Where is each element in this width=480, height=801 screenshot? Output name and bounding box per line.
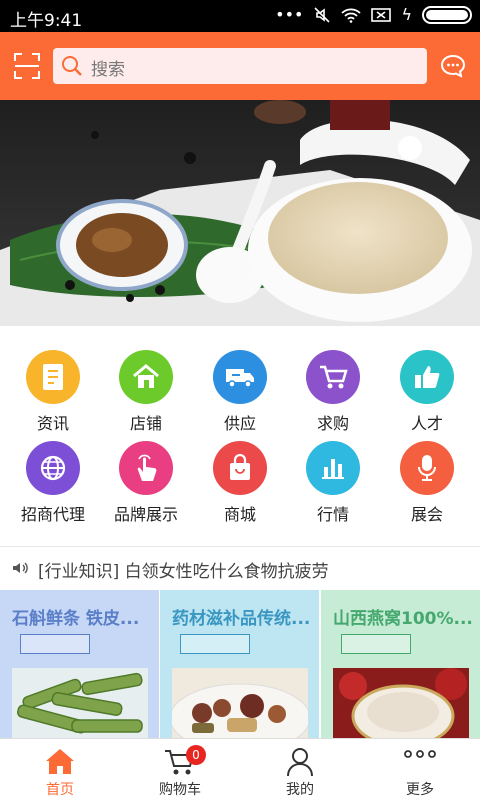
cart-icon	[306, 350, 360, 404]
product-title: 山西燕窝100%...	[333, 609, 473, 629]
tab-mine[interactable]: 我的	[240, 739, 360, 801]
header: 搜索	[0, 32, 480, 100]
bottom-tab-bar: 首页 0 购物车 我的 更多	[0, 738, 480, 800]
truck-icon	[213, 350, 267, 404]
bar-chart-icon	[306, 441, 360, 495]
banner-image[interactable]	[0, 100, 480, 326]
product-card[interactable]: 石斛鲜条 铁皮...	[0, 590, 159, 738]
category-label: 商城	[223, 505, 256, 524]
tab-label: 我的	[286, 782, 314, 798]
home-icon	[46, 749, 74, 774]
battery-icon	[422, 5, 472, 24]
product-image	[333, 668, 469, 738]
product-card[interactable]: 山西燕窝100%...	[321, 590, 480, 738]
category-supply[interactable]: 供应	[193, 350, 287, 434]
category-label: 店铺	[129, 414, 162, 433]
category-expo[interactable]: 展会	[380, 441, 474, 525]
news-ticker[interactable]: [行业知识] 白领女性吃什么食物抗疲劳	[0, 547, 480, 589]
tab-label: 更多	[406, 782, 434, 798]
product-tag	[180, 634, 250, 654]
shop-icon	[119, 350, 173, 404]
product-title: 石斛鲜条 铁皮...	[12, 609, 140, 629]
product-title: 药材滋补品传统...	[172, 609, 311, 629]
speaker-icon	[13, 562, 28, 574]
tab-label: 购物车	[159, 782, 201, 798]
tab-label: 首页	[46, 782, 74, 798]
search-input[interactable]: 搜索	[53, 48, 427, 84]
tab-cart[interactable]: 0 购物车	[120, 739, 240, 801]
category-market[interactable]: 行情	[286, 441, 380, 525]
tab-home[interactable]: 首页	[0, 739, 120, 801]
status-icons: ••• ϟ	[275, 5, 472, 24]
scan-icon[interactable]	[14, 53, 40, 79]
more-dots-icon	[404, 750, 436, 758]
category-label: 资讯	[36, 414, 69, 433]
product-tag	[20, 634, 90, 654]
cart-count-badge: 0	[186, 745, 206, 765]
tab-more[interactable]: 更多	[360, 739, 480, 801]
user-icon	[287, 748, 313, 777]
tap-icon	[119, 441, 173, 495]
wifi-icon	[341, 8, 362, 23]
category-label: 展会	[410, 505, 443, 524]
category-label: 供应	[223, 414, 256, 433]
category-mall[interactable]: 商城	[193, 441, 287, 525]
search-placeholder: 搜索	[91, 60, 125, 80]
category-label: 品牌展示	[113, 505, 178, 524]
category-label: 求购	[316, 414, 349, 433]
category-brand[interactable]: 品牌展示	[99, 441, 193, 525]
product-image	[172, 668, 308, 738]
news-icon	[26, 350, 80, 404]
mic-icon	[400, 441, 454, 495]
globe-icon	[26, 441, 80, 495]
product-image	[12, 668, 148, 738]
status-time: 上午9:41	[10, 11, 83, 31]
no-sim-icon	[371, 7, 392, 22]
category-shop[interactable]: 店铺	[99, 350, 193, 434]
category-news[interactable]: 资讯	[6, 350, 100, 434]
search-icon	[62, 56, 82, 76]
status-bar: 上午9:41 ••• ϟ	[0, 0, 480, 32]
category-label: 招商代理	[20, 505, 85, 524]
product-cards: 石斛鲜条 铁皮... 药材滋补品传统... 山西燕窝100%...	[0, 590, 480, 738]
category-purchase[interactable]: 求购	[286, 350, 380, 434]
product-card[interactable]: 药材滋补品传统...	[160, 590, 319, 738]
category-label: 行情	[316, 505, 349, 524]
thumbs-up-icon	[400, 350, 454, 404]
bag-icon	[213, 441, 267, 495]
message-icon[interactable]	[440, 54, 466, 78]
category-talent[interactable]: 人才	[380, 350, 474, 434]
mute-icon	[314, 6, 331, 23]
charging-icon: ϟ	[401, 5, 412, 24]
more-dots-icon: •••	[275, 5, 304, 24]
news-text: [行业知识] 白领女性吃什么食物抗疲劳	[38, 562, 329, 582]
category-label: 人才	[410, 414, 443, 433]
product-tag	[341, 634, 411, 654]
category-agency[interactable]: 招商代理	[6, 441, 100, 525]
